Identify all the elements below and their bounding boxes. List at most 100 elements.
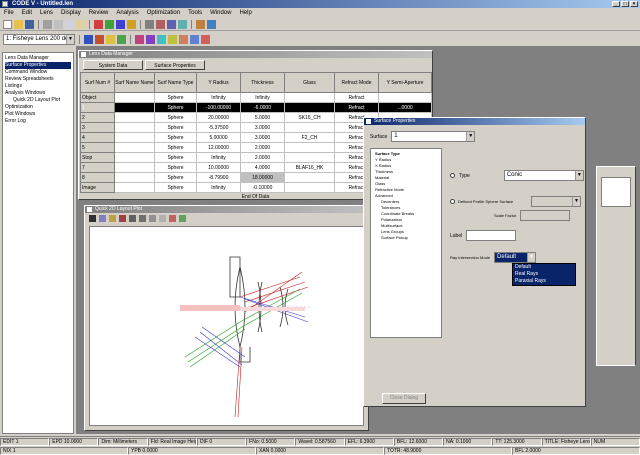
refresh-icon[interactable] — [157, 34, 166, 44]
table-cell[interactable]: ...0000 — [378, 102, 432, 113]
table-cell[interactable] — [284, 102, 335, 113]
column-header[interactable]: Surf Name Type — [154, 72, 197, 93]
spot-diagram-icon[interactable] — [127, 19, 136, 29]
tree-item-analysis-windows[interactable]: Analysis Windows — [5, 90, 71, 97]
chevron-down-icon[interactable]: ▼ — [574, 171, 583, 180]
flip-icon[interactable] — [135, 34, 144, 44]
fit-icon[interactable] — [159, 215, 166, 222]
new-file-icon[interactable] — [3, 19, 12, 29]
row-header-cell[interactable]: 5 — [80, 142, 115, 153]
table-cell[interactable] — [114, 142, 155, 153]
zoom-in-icon[interactable] — [84, 34, 93, 44]
column-header[interactable]: Glass — [284, 72, 335, 93]
menu-window[interactable]: Window — [210, 10, 231, 16]
tree-item-optimization[interactable]: Optimization — [5, 104, 71, 111]
table-cell[interactable]: 5.0000 — [240, 112, 285, 123]
tree-item-plot-windows[interactable]: Plot Windows — [5, 111, 71, 118]
table-cell[interactable]: Sphere — [154, 132, 197, 143]
table-cell[interactable]: 2.0000 — [240, 152, 285, 163]
scale-factor-field[interactable] — [520, 210, 571, 221]
table-cell[interactable]: Sphere — [154, 142, 197, 153]
type-radio[interactable] — [450, 173, 455, 178]
tree-item-surface-properties[interactable]: Surface Properties — [5, 62, 71, 69]
menu-help[interactable]: Help — [239, 10, 251, 16]
row-header-cell[interactable]: 1 — [80, 102, 115, 113]
column-header[interactable]: Surf Num # — [80, 72, 115, 93]
copy-icon[interactable] — [65, 19, 74, 29]
table-cell[interactable]: 10.00000 — [196, 162, 241, 173]
table-cell[interactable]: Refract — [334, 102, 379, 113]
row-header-cell[interactable]: 8 — [80, 172, 115, 183]
table-cell[interactable]: -6.0000 — [240, 102, 285, 113]
table-cell[interactable]: Sphere — [154, 122, 197, 133]
category-item[interactable]: Surface Pickup — [373, 235, 439, 241]
menu-edit[interactable]: Edit — [22, 10, 32, 16]
table-cell[interactable] — [114, 122, 155, 133]
table-cell[interactable] — [378, 92, 432, 103]
table-cell[interactable] — [114, 112, 155, 123]
column-header[interactable]: Y Radius — [196, 72, 241, 93]
tree-item-error-log[interactable]: Error Log — [5, 118, 71, 125]
table-cell[interactable] — [284, 152, 335, 163]
table-cell[interactable]: Infinity — [196, 92, 241, 103]
help-icon[interactable] — [207, 19, 216, 29]
delete-surface-icon[interactable] — [117, 34, 126, 44]
table-cell[interactable]: 12.00000 — [196, 142, 241, 153]
table-cell[interactable] — [114, 172, 155, 183]
table-cell[interactable]: 18.00000 — [240, 172, 285, 183]
table-cell[interactable]: 5.00000 — [196, 132, 241, 143]
table-cell[interactable]: Sphere — [154, 152, 197, 163]
zoom-in-icon[interactable] — [129, 215, 136, 222]
table-cell[interactable]: Sphere — [154, 182, 197, 193]
table-cell[interactable] — [284, 92, 335, 103]
table-cell[interactable] — [284, 122, 335, 133]
row-header-cell[interactable]: 7 — [80, 162, 115, 173]
table-row[interactable]: Object Sphere Infinity Infinity Refract — [80, 92, 432, 103]
tree-item-quick-2d-layout[interactable]: Quick 2D Layout Plot — [5, 97, 71, 104]
grid-icon[interactable] — [190, 34, 199, 44]
table-cell[interactable]: 4.0000 — [240, 162, 285, 173]
table-cell[interactable]: SK16_CH — [284, 112, 335, 123]
edit-icon[interactable] — [109, 215, 116, 222]
menu-review[interactable]: Review — [89, 10, 109, 16]
chevron-down-icon[interactable]: ▼ — [466, 132, 475, 141]
table-cell[interactable]: -5.37500 — [196, 122, 241, 133]
menu-analysis[interactable]: Analysis — [116, 10, 138, 16]
optimize-icon[interactable] — [167, 19, 176, 29]
profile-radio[interactable] — [450, 199, 455, 204]
table-cell[interactable]: -100.00000 — [196, 102, 241, 113]
table-cell[interactable] — [114, 132, 155, 143]
menu-lens[interactable]: Lens — [40, 10, 53, 16]
column-header[interactable]: Y Semi-Aperture — [378, 72, 432, 93]
tree-item-listings[interactable]: Listings — [5, 83, 71, 90]
close-dialog-button[interactable]: Close Dialog — [382, 393, 426, 404]
table-cell[interactable]: 20.00000 — [196, 112, 241, 123]
save-icon[interactable] — [25, 19, 34, 29]
tree-item-lens-data-manager[interactable]: Lens Data Manager — [5, 55, 71, 62]
tolerance-icon[interactable] — [178, 19, 187, 29]
table-cell[interactable]: 3.0000 — [240, 132, 285, 143]
open-folder-icon[interactable] — [14, 19, 23, 29]
zoom-out-icon[interactable] — [139, 215, 146, 222]
dropdown-option[interactable]: Paraxial Rays — [513, 278, 575, 285]
table-cell[interactable] — [114, 182, 155, 193]
text-icon[interactable] — [179, 215, 186, 222]
paste-icon[interactable] — [76, 19, 85, 29]
row-header-cell[interactable]: 4 — [80, 132, 115, 143]
macro-icon[interactable] — [196, 19, 205, 29]
mtf-icon[interactable] — [156, 19, 165, 29]
maximize-button[interactable]: □ — [621, 1, 629, 7]
table-cell[interactable]: F2_CH — [284, 132, 335, 143]
table-cell[interactable]: Infinity — [240, 92, 285, 103]
row-header-cell[interactable]: 3 — [80, 122, 115, 133]
plot-canvas[interactable] — [89, 226, 364, 426]
table-cell[interactable]: BLAF16_HK — [284, 162, 335, 173]
type-combo[interactable]: Conic ▼ — [503, 170, 584, 181]
table-cell[interactable]: Sphere — [154, 172, 197, 183]
settings-icon[interactable] — [168, 34, 177, 44]
table-cell[interactable] — [114, 102, 155, 113]
profile-combo[interactable]: ▼ — [531, 196, 581, 207]
pencil-icon[interactable] — [169, 215, 176, 222]
tree-item-command-window[interactable]: Command Window — [5, 69, 71, 76]
print-icon[interactable] — [43, 19, 52, 29]
